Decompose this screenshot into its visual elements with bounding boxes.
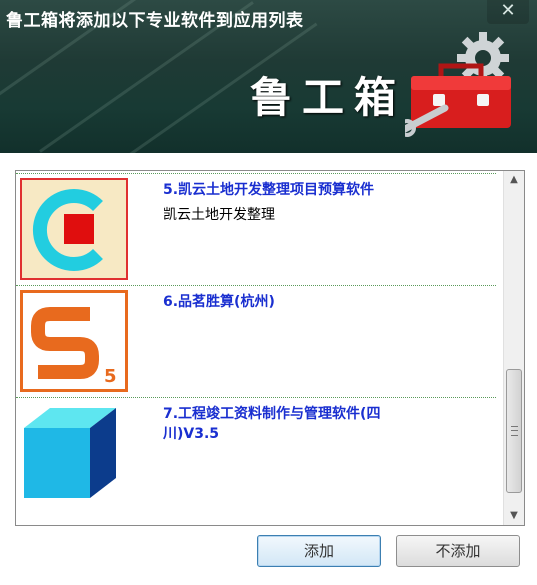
item-description: 凯云土地开发整理 — [163, 207, 275, 223]
cancel-button[interactable]: 不添加 — [396, 535, 520, 567]
arrow-up-icon: ▲ — [510, 174, 518, 185]
close-icon: ✕ — [500, 0, 516, 21]
list-item[interactable]: 7.工程竣工资料制作与管理软件(四川)V3.5 — [16, 397, 496, 508]
scroll-down-button[interactable]: ▼ — [504, 507, 524, 525]
add-button[interactable]: 添加 — [257, 535, 381, 567]
item-name: 5.凯云土地开发整理项目预算软件 — [163, 182, 375, 198]
scroll-thumb[interactable] — [506, 369, 522, 493]
list-item[interactable]: 5.凯云土地开发整理项目预算软件 凯云土地开发整理 — [16, 173, 496, 284]
pinming-s5-logo-icon: 5 — [20, 290, 128, 392]
item-name: 7.工程竣工资料制作与管理软件(四川)V3.5 — [163, 406, 381, 442]
grip-icon — [511, 426, 518, 436]
blue-cube-icon — [24, 408, 116, 498]
toolbox-gear-icon — [405, 32, 511, 137]
header-banner: 鲁工箱将添加以下专业软件到应用列表 ✕ 鲁工箱 — [0, 0, 537, 153]
item-name: 6.品茗胜算(杭州) — [163, 294, 275, 310]
arrow-down-icon: ▼ — [510, 510, 518, 521]
software-list[interactable]: 5.凯云土地开发整理项目预算软件 凯云土地开发整理 5 6.品茗胜算(杭州) 7… — [15, 170, 525, 526]
close-button[interactable]: ✕ — [487, 0, 529, 24]
svg-text:5: 5 — [104, 366, 117, 387]
scroll-up-button[interactable]: ▲ — [504, 171, 524, 189]
brand-text: 鲁工箱 — [250, 73, 407, 122]
window-title: 鲁工箱将添加以下专业软件到应用列表 — [6, 11, 304, 31]
kaiyun-c-logo-icon — [20, 178, 128, 280]
vertical-scrollbar[interactable]: ▲ ▼ — [503, 171, 524, 525]
list-item[interactable]: 5 6.品茗胜算(杭州) — [16, 285, 496, 396]
